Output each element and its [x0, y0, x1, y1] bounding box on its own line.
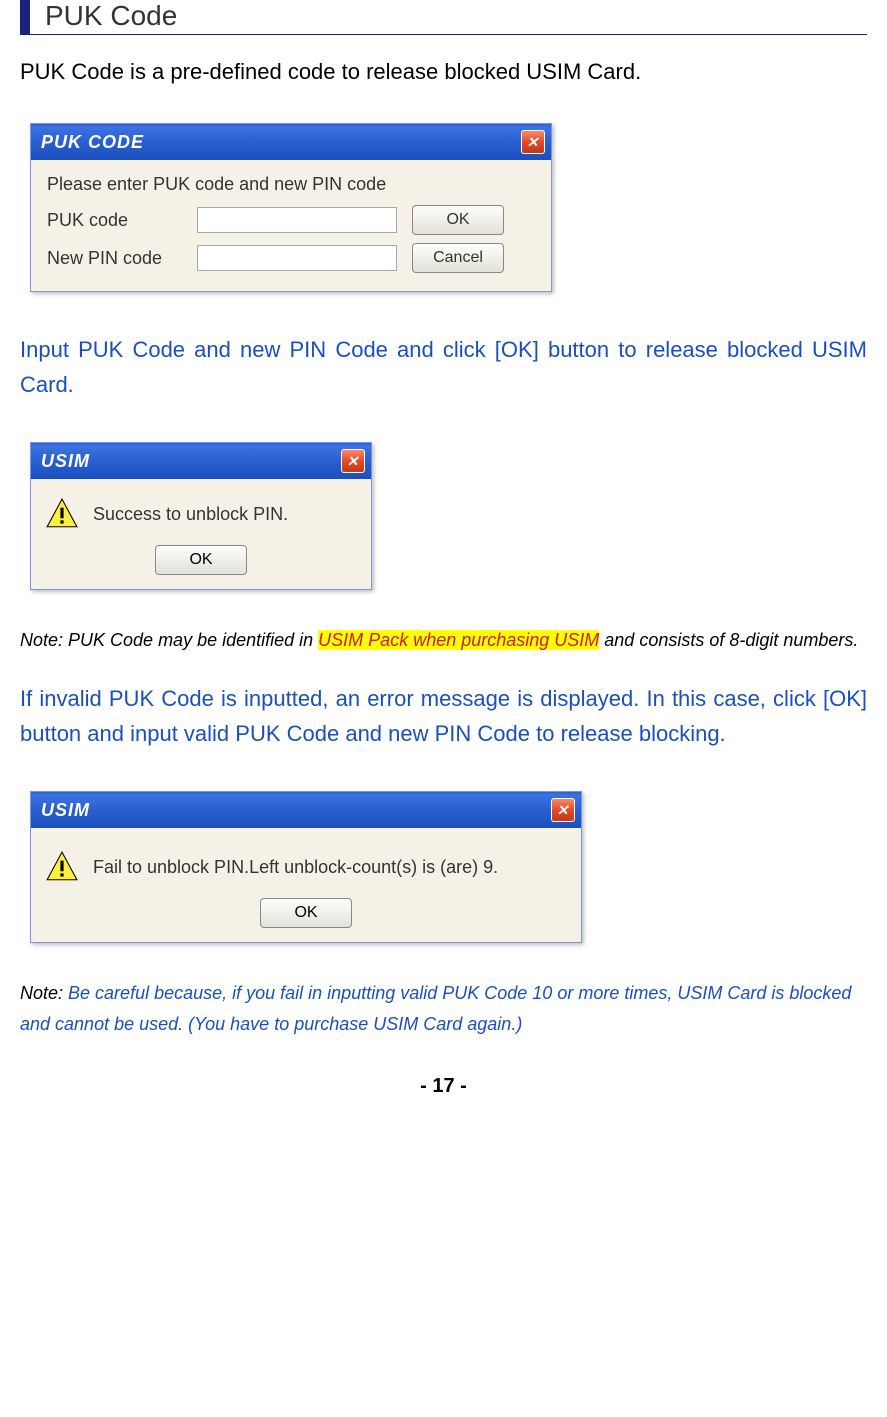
usim-fail-title: USIM	[41, 800, 90, 821]
note-2: Note: Be careful because, if you fail in…	[20, 978, 867, 1039]
blue-paragraph-1: Input PUK Code and new PIN Code and clic…	[20, 332, 867, 402]
usim-fail-titlebar: USIM ✕	[31, 792, 581, 828]
usim-fail-footer: OK	[31, 898, 581, 942]
ok-button[interactable]: OK	[260, 898, 352, 928]
new-pin-label: New PIN code	[47, 248, 197, 269]
cancel-button[interactable]: Cancel	[412, 243, 504, 273]
section-header: PUK Code	[20, 0, 867, 35]
usim-fail-message: Fail to unblock PIN.Left unblock-count(s…	[93, 857, 567, 878]
note1-highlight: USIM Pack when purchasing USIM	[318, 630, 599, 650]
puk-instruction-text: Please enter PUK code and new PIN code	[47, 174, 535, 195]
section-title: PUK Code	[45, 0, 867, 34]
puk-dialog-body: Please enter PUK code and new PIN code P…	[31, 160, 551, 291]
usim-success-footer: OK	[31, 545, 371, 589]
puk-row-pincode: New PIN code Cancel	[47, 243, 535, 273]
usim-fail-wrapper: USIM ✕ Fail to unblock PIN.Left unblock-…	[30, 791, 582, 943]
warning-icon	[45, 497, 79, 531]
puk-code-input[interactable]	[197, 207, 397, 233]
ok-button[interactable]: OK	[412, 205, 504, 235]
close-icon[interactable]: ✕	[341, 449, 365, 473]
note2-prefix: Note:	[20, 983, 68, 1003]
puk-dialog: PUK CODE ✕ Please enter PUK code and new…	[30, 123, 552, 292]
note2-body: Be careful because, if you fail in input…	[20, 983, 851, 1034]
usim-success-titlebar: USIM ✕	[31, 443, 371, 479]
new-pin-input[interactable]	[197, 245, 397, 271]
intro-paragraph: PUK Code is a pre-defined code to releas…	[20, 55, 867, 88]
blue-paragraph-2: If invalid PUK Code is inputted, an erro…	[20, 681, 867, 751]
note1-prefix: Note: PUK Code may be identified in	[20, 630, 318, 650]
page-number: - 17 -	[20, 1075, 867, 1098]
puk-dialog-wrapper: PUK CODE ✕ Please enter PUK code and new…	[30, 123, 552, 292]
warning-icon	[45, 850, 79, 884]
puk-row-pukcode: PUK code OK	[47, 205, 535, 235]
puk-dialog-titlebar: PUK CODE ✕	[31, 124, 551, 160]
note-1: Note: PUK Code may be identified in USIM…	[20, 625, 867, 656]
usim-fail-dialog: USIM ✕ Fail to unblock PIN.Left unblock-…	[30, 791, 582, 943]
note1-suffix: and consists of 8-digit numbers.	[599, 630, 858, 650]
close-icon[interactable]: ✕	[521, 130, 545, 154]
ok-button[interactable]: OK	[155, 545, 247, 575]
close-icon[interactable]: ✕	[551, 798, 575, 822]
usim-success-dialog: USIM ✕ Success to unblock PIN. OK	[30, 442, 372, 590]
usim-success-wrapper: USIM ✕ Success to unblock PIN. OK	[30, 442, 372, 590]
puk-dialog-title: PUK CODE	[41, 132, 144, 153]
puk-code-label: PUK code	[47, 210, 197, 231]
usim-success-body: Success to unblock PIN.	[31, 479, 371, 545]
usim-success-title: USIM	[41, 451, 90, 472]
usim-fail-body: Fail to unblock PIN.Left unblock-count(s…	[31, 828, 581, 898]
usim-success-message: Success to unblock PIN.	[93, 504, 357, 525]
